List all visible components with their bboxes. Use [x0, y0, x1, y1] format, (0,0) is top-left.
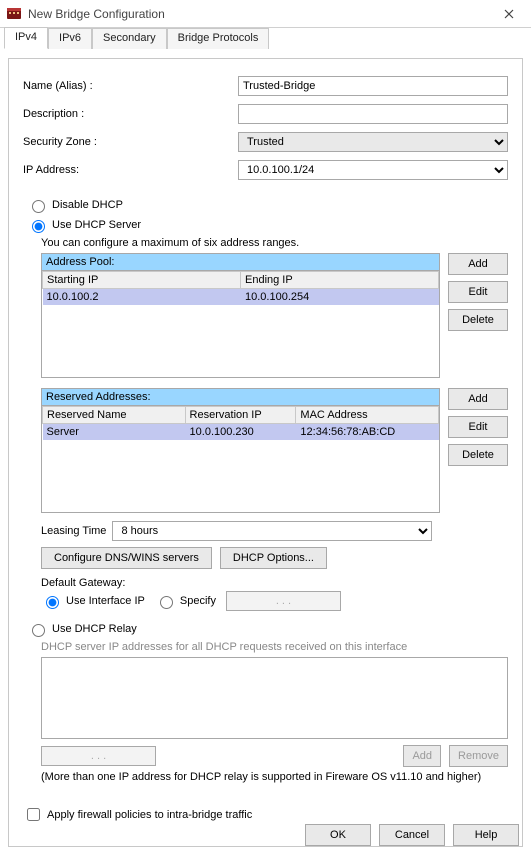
relay-remove-button[interactable]: Remove — [449, 745, 508, 767]
description-label: Description : — [23, 108, 238, 120]
help-button[interactable]: Help — [453, 824, 519, 846]
ip-address-label: IP Address: — [23, 164, 238, 176]
ok-button[interactable]: OK — [305, 824, 371, 846]
app-icon — [6, 6, 22, 22]
col-reserved-name[interactable]: Reserved Name — [43, 407, 186, 424]
pool-edit-button[interactable]: Edit — [448, 281, 508, 303]
reserved-add-button[interactable]: Add — [448, 388, 508, 410]
security-zone-label: Security Zone : — [23, 136, 238, 148]
configure-dns-button[interactable]: Configure DNS/WINS servers — [41, 547, 212, 569]
relay-note: (More than one IP address for DHCP relay… — [41, 771, 508, 783]
name-input[interactable] — [238, 76, 508, 96]
reserved-header: Reserved Addresses: — [41, 388, 440, 405]
leasing-time-label: Leasing Time — [41, 525, 106, 537]
reserved-delete-button[interactable]: Delete — [448, 444, 508, 466]
use-interface-ip-radio[interactable] — [46, 596, 59, 609]
gateway-ip-input[interactable]: . . . — [226, 591, 341, 611]
address-pool-row[interactable]: 10.0.100.2 10.0.100.254 — [43, 289, 439, 306]
leasing-time-select[interactable]: 8 hours — [112, 521, 432, 541]
col-starting-ip[interactable]: Starting IP — [43, 272, 241, 289]
dhcp-hint: You can configure a maximum of six addre… — [41, 237, 508, 249]
reserved-row[interactable]: Server 10.0.100.230 12:34:56:78:AB:CD — [43, 424, 439, 441]
address-pool-header: Address Pool: — [41, 253, 440, 270]
dhcp-options-button[interactable]: DHCP Options... — [220, 547, 327, 569]
relay-add-button[interactable]: Add — [403, 745, 441, 767]
pool-delete-button[interactable]: Delete — [448, 309, 508, 331]
tab-secondary[interactable]: Secondary — [92, 28, 167, 49]
disable-dhcp-radio[interactable] — [32, 200, 45, 213]
pool-add-button[interactable]: Add — [448, 253, 508, 275]
default-gateway-label: Default Gateway: — [41, 577, 508, 589]
use-interface-ip-label: Use Interface IP — [66, 595, 145, 607]
col-ending-ip[interactable]: Ending IP — [241, 272, 439, 289]
disable-dhcp-label: Disable DHCP — [52, 199, 123, 211]
close-button[interactable] — [493, 3, 525, 25]
col-reservation-ip[interactable]: Reservation IP — [185, 407, 296, 424]
address-pool-table: Starting IP Ending IP 10.0.100.2 10.0.10… — [42, 271, 439, 305]
window-title: New Bridge Configuration — [28, 7, 493, 21]
specify-label: Specify — [180, 595, 216, 607]
use-dhcp-relay-label: Use DHCP Relay — [52, 623, 137, 635]
description-input[interactable] — [238, 104, 508, 124]
reserved-table: Reserved Name Reservation IP MAC Address… — [42, 406, 439, 440]
relay-listbox[interactable] — [41, 657, 508, 739]
apply-firewall-checkbox[interactable] — [27, 808, 40, 821]
reserved-edit-button[interactable]: Edit — [448, 416, 508, 438]
relay-ip-input[interactable]: . . . — [41, 746, 156, 766]
cancel-button[interactable]: Cancel — [379, 824, 445, 846]
name-label: Name (Alias) : — [23, 80, 238, 92]
security-zone-select[interactable]: Trusted — [238, 132, 508, 152]
use-dhcp-relay-radio[interactable] — [32, 624, 45, 637]
col-mac-address[interactable]: MAC Address — [296, 407, 439, 424]
use-dhcp-server-radio[interactable] — [32, 220, 45, 233]
apply-firewall-label: Apply firewall policies to intra-bridge … — [47, 809, 252, 821]
tab-ipv6[interactable]: IPv6 — [48, 28, 92, 49]
tab-ipv4[interactable]: IPv4 — [4, 27, 48, 49]
use-dhcp-server-label: Use DHCP Server — [52, 219, 141, 231]
tab-bridge-protocols[interactable]: Bridge Protocols — [167, 28, 270, 49]
relay-hint: DHCP server IP addresses for all DHCP re… — [41, 641, 508, 653]
specify-radio[interactable] — [160, 596, 173, 609]
ip-address-select[interactable]: 10.0.100.1/24 — [238, 160, 508, 180]
